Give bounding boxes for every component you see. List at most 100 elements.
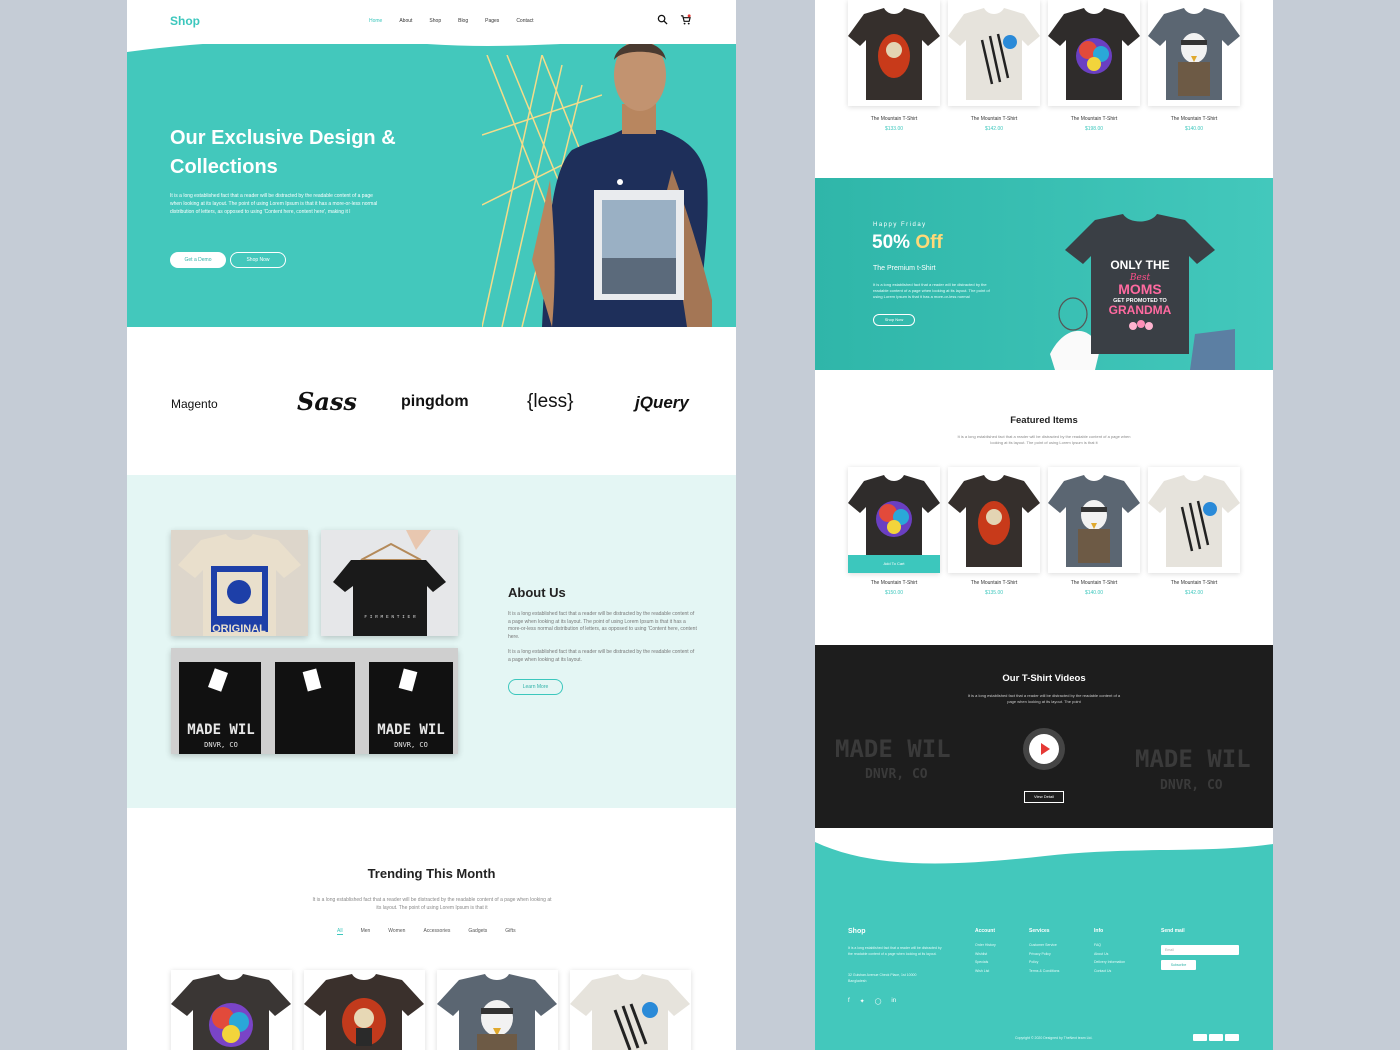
footer-link[interactable]: Wish List — [975, 967, 996, 976]
tab-men[interactable]: Men — [361, 928, 371, 935]
tab-all[interactable]: All — [337, 928, 343, 935]
video-subtitle: It is a long established fact that a rea… — [967, 693, 1121, 704]
trending-title: Trending This Month — [367, 866, 496, 881]
tab-gifts[interactable]: Gifts — [505, 928, 515, 935]
about-photo-hanger: F I R M E N T I E R — [321, 530, 458, 636]
nav-contact[interactable]: Contact — [516, 18, 533, 24]
product-name[interactable]: The Mountain T-Shirt — [1048, 580, 1140, 586]
play-icon — [1029, 734, 1059, 764]
product-price: $150.00 — [884, 590, 904, 596]
shop-now-button[interactable]: Shop Now — [230, 252, 286, 268]
hero-text: It is a long established fact that a rea… — [170, 193, 378, 215]
product-name[interactable]: The Mountain T-Shirt — [1048, 116, 1140, 122]
cart-icon[interactable] — [680, 14, 691, 25]
footer-col-services: Services Customer Service Privacy Policy… — [1029, 928, 1059, 975]
svg-text:F I R M E N T I E R: F I R M E N T I E R — [364, 614, 416, 620]
learn-more-button[interactable]: Learn More — [508, 679, 563, 695]
nav-shop[interactable]: Shop — [429, 18, 441, 24]
mastercard-icon — [1225, 1034, 1239, 1041]
product-name[interactable]: The Mountain T-Shirt — [948, 580, 1040, 586]
linkedin-icon[interactable]: in — [891, 998, 896, 1005]
tab-accessories[interactable]: Accessories — [423, 928, 450, 935]
nav-blog[interactable]: Blog — [458, 18, 468, 24]
facebook-icon[interactable]: f — [848, 998, 850, 1005]
promo-banner: Happy Friday 50% Off The Premium t-Shirt… — [815, 178, 1273, 370]
featured-product-card[interactable]: Add To Cart — [848, 467, 940, 573]
video-bg-subtext: DNVR, CO — [1160, 778, 1223, 793]
product-card[interactable] — [948, 0, 1040, 106]
view-detail-button[interactable]: View Detail — [1024, 791, 1064, 803]
product-name[interactable]: The Mountain T-Shirt — [848, 580, 940, 586]
product-card[interactable] — [848, 0, 940, 106]
video-section: MADE WIL DNVR, CO MADE WIL DNVR, CO Our … — [815, 645, 1273, 828]
product-name[interactable]: The Mountain T-Shirt — [948, 116, 1040, 122]
footer-link[interactable]: Terms & Conditions — [1029, 967, 1059, 976]
play-button[interactable] — [1023, 728, 1065, 770]
hero-section: Our Exclusive Design & Collections It is… — [127, 0, 736, 327]
footer-link[interactable]: About Us — [1094, 950, 1125, 959]
email-input[interactable]: Email — [1161, 945, 1239, 955]
product-card[interactable] — [1048, 0, 1140, 106]
featured-title: Featured Items — [1010, 415, 1078, 426]
trending-product-card[interactable] — [304, 970, 425, 1050]
instagram-icon[interactable]: ◯ — [875, 998, 882, 1005]
footer-logo[interactable]: Shop — [848, 928, 866, 935]
footer-col-title: Send mail — [1161, 928, 1185, 934]
site-logo[interactable]: Shop — [170, 14, 200, 28]
footer-address: 32 Gulshan Avenue Check Place, 1st 10000… — [848, 973, 917, 983]
product-price: $198.00 — [1084, 126, 1104, 132]
promo-shirt-text-1: ONLY THE — [1110, 258, 1169, 272]
trending-product-card[interactable] — [570, 970, 691, 1050]
search-icon[interactable] — [657, 14, 668, 25]
nav-home[interactable]: Home — [369, 18, 382, 24]
about-photo-text-1: ORIGINAL — [212, 623, 266, 635]
about-paragraph-1: It is a long established fact that a rea… — [508, 611, 697, 640]
header-icons — [657, 14, 691, 25]
trending-product-card[interactable] — [437, 970, 558, 1050]
footer-col-account: Account Order History Wishlist Specials … — [975, 928, 996, 975]
promo-shop-now-button[interactable]: Shop Now — [873, 314, 915, 326]
tab-gadgets[interactable]: Gadgets — [468, 928, 487, 935]
featured-product-card[interactable] — [1148, 467, 1240, 573]
promo-percent: 50% — [872, 232, 911, 253]
footer-link[interactable]: FAQ — [1094, 941, 1125, 950]
footer-link[interactable]: Delivery Information — [1094, 958, 1125, 967]
footer-link[interactable]: Order History — [975, 941, 996, 950]
footer-link[interactable]: Customer Service — [1029, 941, 1059, 950]
footer-link[interactable]: Privacy Policy — [1029, 950, 1059, 959]
visa-icon — [1193, 1034, 1207, 1041]
nav-about[interactable]: About — [399, 18, 412, 24]
promo-shirt-text-5: GRANDMA — [1109, 303, 1172, 317]
get-demo-button[interactable]: Get a Demo — [170, 252, 226, 268]
featured-product-card[interactable] — [1048, 467, 1140, 573]
tab-women[interactable]: Women — [388, 928, 405, 935]
footer-link[interactable]: Specials — [975, 958, 996, 967]
featured-subtitle: It is a long established fact that a rea… — [957, 434, 1131, 445]
product-price: $133.00 — [884, 126, 904, 132]
about-photo-text-3: DNVR, CO — [204, 741, 238, 749]
homepage-right: The Mountain T-Shirt $133.00 The Mountai… — [815, 0, 1273, 1050]
add-to-cart-button[interactable]: Add To Cart — [848, 555, 940, 573]
footer-link[interactable]: Wishlist — [975, 950, 996, 959]
footer-col-info: Info FAQ About Us Delivery Information C… — [1094, 928, 1125, 975]
subscribe-button[interactable]: Subscribe — [1161, 960, 1196, 970]
product-name[interactable]: The Mountain T-Shirt — [1148, 116, 1240, 122]
product-card[interactable] — [1148, 0, 1240, 106]
trending-product-card[interactable] — [171, 970, 292, 1050]
featured-product-card[interactable] — [948, 467, 1040, 573]
product-name[interactable]: The Mountain T-Shirt — [848, 116, 940, 122]
brand-logos: Magento Sass pingdom {less} jQuery — [127, 327, 736, 475]
payment-icons — [1193, 1034, 1239, 1041]
footer-link[interactable]: Contact Us — [1094, 967, 1125, 976]
product-name[interactable]: The Mountain T-Shirt — [1148, 580, 1240, 586]
product-price: $142.00 — [984, 126, 1004, 132]
promo-shirt-text-3: MOMS — [1118, 281, 1162, 297]
hero-title: Our Exclusive Design & Collections — [170, 127, 396, 178]
twitter-icon[interactable]: ✦ — [860, 998, 865, 1005]
footer-link[interactable]: Policy — [1029, 958, 1059, 967]
promo-eyebrow: Happy Friday — [873, 222, 927, 228]
about-title: About Us — [508, 585, 566, 600]
nav-pages[interactable]: Pages — [485, 18, 499, 24]
promo-headline: 50% Off — [872, 232, 943, 254]
promo-tshirt-image: ONLY THE Best MOMS GET PROMOTED TO GRAND… — [1050, 214, 1235, 370]
